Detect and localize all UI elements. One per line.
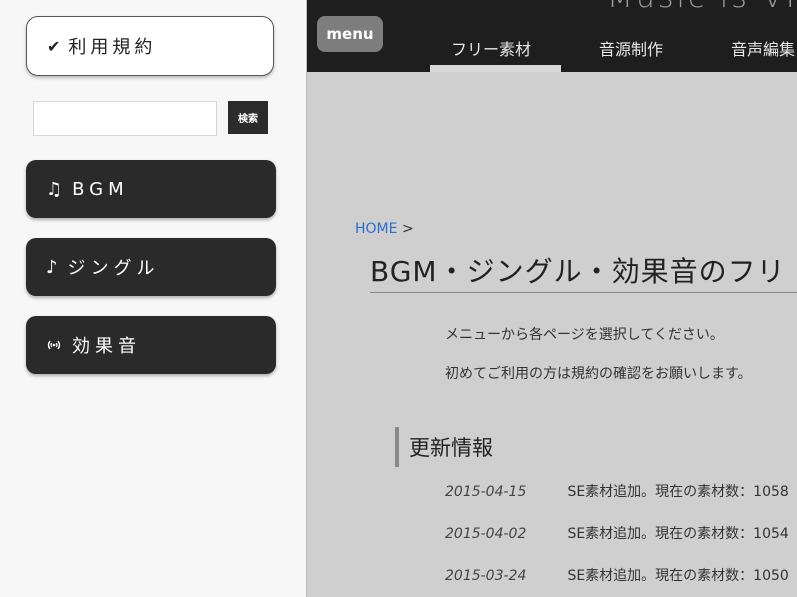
intro-text: 初めてご利用の方は規約の確認をお願いします。 xyxy=(445,366,752,382)
update-date: 2015-03-24 xyxy=(445,568,527,584)
breadcrumb: HOME > xyxy=(355,221,414,237)
nav-item-label: ジングル xyxy=(67,258,160,279)
nav-item-jingle[interactable]: ♪ ジングル xyxy=(26,238,276,296)
menu-button[interactable]: menu xyxy=(317,16,383,52)
nav-item-bgm[interactable]: ♫ BGM xyxy=(26,160,276,218)
checkmark-icon: ✔ xyxy=(47,36,61,56)
update-entry: 2015-04-02 SE素材追加。現在の素材数：1054 xyxy=(445,523,789,543)
eighth-note-icon: ♪ xyxy=(46,256,58,278)
nav-item-label: BGM xyxy=(72,178,129,200)
tab-free-materials[interactable]: フリー素材 xyxy=(451,36,531,60)
update-date: 2015-04-02 xyxy=(445,526,527,542)
tab-music-production[interactable]: 音源制作 xyxy=(599,36,663,60)
active-tab-indicator xyxy=(430,65,561,72)
search-button[interactable]: 検索 xyxy=(228,101,268,134)
update-text: SE素材追加。現在の素材数：1058 xyxy=(567,484,789,500)
broadcast-icon-svg xyxy=(47,340,61,350)
page-title: BGM・ジングル・効果音のフリ xyxy=(370,255,786,288)
music-note-icon: ♫ xyxy=(46,178,63,200)
nav-item-sound-effects[interactable]: 効果音 xyxy=(26,316,276,374)
nav-item-label: 効果音 xyxy=(72,336,141,357)
top-navigation-bar: Music is VI menu フリー素材 音源制作 音声編集 xyxy=(307,0,797,72)
updates-heading: 更新情報 xyxy=(395,427,493,467)
update-text: SE素材追加。現在の素材数：1050 xyxy=(567,568,789,584)
title-divider xyxy=(370,292,797,293)
update-entry: 2015-03-24 SE素材追加。現在の素材数：1050 xyxy=(445,565,789,585)
search-input[interactable] xyxy=(33,101,217,136)
update-date: 2015-04-15 xyxy=(445,484,527,500)
intro-text: メニューから各ページを選択してください。 xyxy=(445,327,724,343)
broadcast-icon xyxy=(46,339,62,351)
breadcrumb-home-link[interactable]: HOME xyxy=(355,221,397,237)
breadcrumb-separator: > xyxy=(401,221,414,237)
update-text: SE素材追加。現在の素材数：1054 xyxy=(567,526,789,542)
terms-button[interactable]: ✔ 利用規約 xyxy=(26,16,274,76)
tab-voice-editing[interactable]: 音声編集 xyxy=(731,36,795,60)
site-title: Music is VI xyxy=(607,0,797,15)
sidebar: ✔ 利用規約 検索 ♫ BGM ♪ ジングル 効果音 xyxy=(0,0,306,597)
terms-button-label: 利用規約 xyxy=(68,37,157,58)
main-content: Music is VI menu フリー素材 音源制作 音声編集 HOME > … xyxy=(306,0,797,597)
update-entry: 2015-04-15 SE素材追加。現在の素材数：1058 xyxy=(445,481,789,501)
